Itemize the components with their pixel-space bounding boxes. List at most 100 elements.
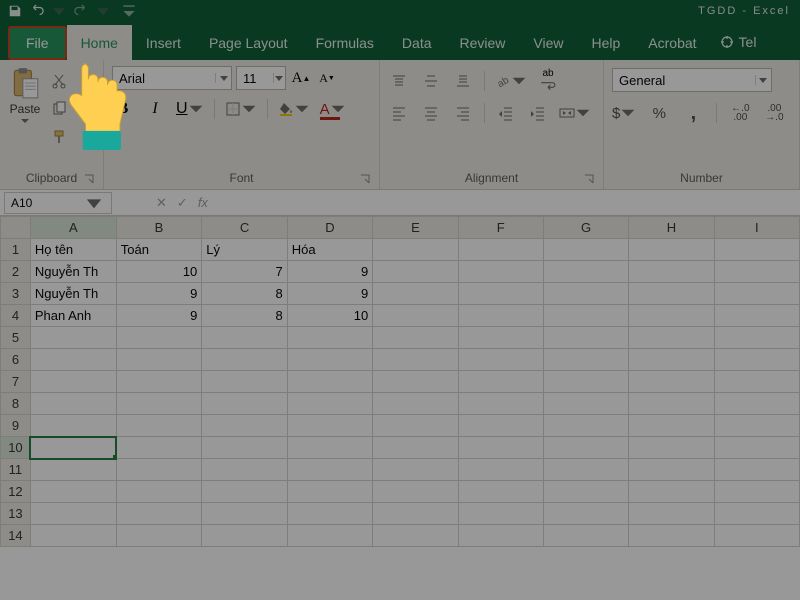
cell-B2[interactable]: 10 (116, 261, 202, 283)
paste-button[interactable]: Paste (8, 66, 42, 167)
cell-H4[interactable] (629, 305, 714, 327)
cell-H10[interactable] (629, 437, 714, 459)
align-top-icon[interactable] (388, 70, 410, 92)
cell-I9[interactable] (714, 415, 799, 437)
cell-H9[interactable] (629, 415, 714, 437)
cell-B8[interactable] (116, 393, 202, 415)
col-header-G[interactable]: G (543, 217, 628, 239)
italic-button[interactable]: I (144, 98, 166, 120)
format-painter-icon[interactable] (48, 126, 70, 148)
row-header-6[interactable]: 6 (1, 349, 31, 371)
chevron-down-icon[interactable] (215, 73, 231, 83)
tab-insert[interactable]: Insert (132, 25, 195, 60)
row-header-11[interactable]: 11 (1, 459, 31, 481)
cell-A10[interactable] (30, 437, 116, 459)
cell-C10[interactable] (202, 437, 287, 459)
row-header-13[interactable]: 13 (1, 503, 31, 525)
cell-E12[interactable] (373, 481, 458, 503)
decrease-indent-icon[interactable] (495, 102, 517, 124)
col-header-A[interactable]: A (30, 217, 116, 239)
cell-F7[interactable] (458, 371, 543, 393)
undo-dropdown-icon[interactable] (50, 2, 68, 20)
number-format-input[interactable] (613, 73, 755, 88)
qat-customize-icon[interactable] (120, 2, 138, 20)
tab-file[interactable]: File (8, 26, 67, 60)
cancel-formula-icon[interactable]: ✕ (156, 195, 167, 211)
cell-E10[interactable] (373, 437, 458, 459)
cell-E6[interactable] (373, 349, 458, 371)
cell-H14[interactable] (629, 525, 714, 547)
cell-H8[interactable] (629, 393, 714, 415)
cell-B14[interactable] (116, 525, 202, 547)
align-bottom-icon[interactable] (452, 70, 474, 92)
cell-G3[interactable] (543, 283, 628, 305)
cell-F11[interactable] (458, 459, 543, 481)
row-header-9[interactable]: 9 (1, 415, 31, 437)
cell-B11[interactable] (116, 459, 202, 481)
cell-C5[interactable] (202, 327, 287, 349)
cell-C7[interactable] (202, 371, 287, 393)
cell-F3[interactable] (458, 283, 543, 305)
shrink-font-icon[interactable]: A▼ (316, 67, 338, 89)
font-name-input[interactable] (113, 71, 215, 86)
number-format-combo[interactable] (612, 68, 772, 92)
wrap-text-icon[interactable]: ab (537, 70, 559, 92)
tab-page-layout[interactable]: Page Layout (195, 25, 302, 60)
accounting-format-icon[interactable]: $ (612, 102, 636, 124)
cell-G1[interactable] (543, 239, 628, 261)
cell-B7[interactable] (116, 371, 202, 393)
cell-E13[interactable] (373, 503, 458, 525)
col-header-F[interactable]: F (458, 217, 543, 239)
row-header-12[interactable]: 12 (1, 481, 31, 503)
cell-I4[interactable] (714, 305, 799, 327)
cell-C8[interactable] (202, 393, 287, 415)
row-header-3[interactable]: 3 (1, 283, 31, 305)
font-dialog-launcher-icon[interactable] (359, 173, 371, 185)
cell-H1[interactable] (629, 239, 714, 261)
align-center-icon[interactable] (420, 102, 442, 124)
font-color-icon[interactable]: A (320, 98, 346, 120)
copy-icon[interactable] (48, 98, 70, 120)
worksheet-grid[interactable]: ABCDEFGHI1Họ tênToánLýHóa2Nguyễn Th10793… (0, 216, 800, 547)
orientation-icon[interactable]: ab (495, 70, 527, 92)
cell-E8[interactable] (373, 393, 458, 415)
cell-H13[interactable] (629, 503, 714, 525)
cell-D6[interactable] (287, 349, 373, 371)
cell-I13[interactable] (714, 503, 799, 525)
cell-A9[interactable] (30, 415, 116, 437)
increase-decimal-icon[interactable]: ←.0.00 (729, 102, 751, 124)
decrease-decimal-icon[interactable]: .00→.0 (763, 102, 785, 124)
cell-G14[interactable] (543, 525, 628, 547)
cell-A1[interactable]: Họ tên (30, 239, 116, 261)
cell-G5[interactable] (543, 327, 628, 349)
cell-C11[interactable] (202, 459, 287, 481)
enter-formula-icon[interactable]: ✓ (177, 195, 188, 211)
cell-D7[interactable] (287, 371, 373, 393)
cell-E9[interactable] (373, 415, 458, 437)
font-size-input[interactable] (237, 71, 273, 86)
cell-I6[interactable] (714, 349, 799, 371)
cell-B10[interactable] (116, 437, 202, 459)
cell-D10[interactable] (287, 437, 373, 459)
cell-B13[interactable] (116, 503, 202, 525)
merge-center-icon[interactable] (559, 102, 591, 124)
cell-G6[interactable] (543, 349, 628, 371)
cell-C6[interactable] (202, 349, 287, 371)
cell-B1[interactable]: Toán (116, 239, 202, 261)
select-all-corner[interactable] (1, 217, 31, 239)
cell-F8[interactable] (458, 393, 543, 415)
cell-D8[interactable] (287, 393, 373, 415)
cell-B6[interactable] (116, 349, 202, 371)
cell-D1[interactable]: Hóa (287, 239, 373, 261)
row-header-7[interactable]: 7 (1, 371, 31, 393)
clipboard-dialog-launcher-icon[interactable] (83, 173, 95, 185)
cell-F2[interactable] (458, 261, 543, 283)
cell-D11[interactable] (287, 459, 373, 481)
tab-help[interactable]: Help (578, 25, 635, 60)
cell-I14[interactable] (714, 525, 799, 547)
cell-B3[interactable]: 9 (116, 283, 202, 305)
border-icon[interactable] (225, 98, 257, 120)
cell-A11[interactable] (30, 459, 116, 481)
formula-input[interactable] (222, 192, 800, 214)
col-header-D[interactable]: D (287, 217, 373, 239)
